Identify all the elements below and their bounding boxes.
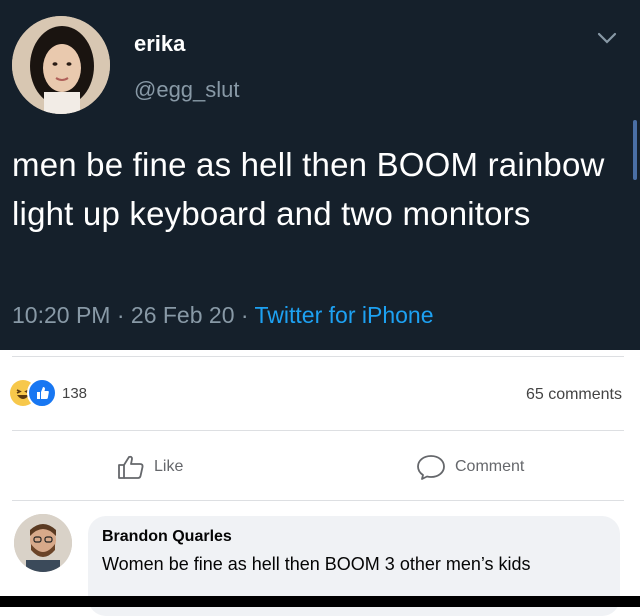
comment-bubble-icon bbox=[417, 455, 445, 480]
tweet-avatar[interactable] bbox=[12, 16, 110, 114]
tweet-card: erika @egg_slut men be fine as hell then… bbox=[0, 0, 640, 350]
divider bbox=[12, 430, 624, 431]
like-label: Like bbox=[154, 458, 184, 475]
comment-button[interactable]: Comment bbox=[416, 452, 524, 482]
reaction-count[interactable]: 138 bbox=[62, 385, 87, 402]
comments-count[interactable]: 65 comments bbox=[526, 386, 622, 404]
commenter-avatar[interactable] bbox=[14, 514, 72, 572]
tweet-time[interactable]: 10:20 PM bbox=[12, 302, 110, 328]
scroll-indicator bbox=[633, 120, 637, 180]
tweet-handle[interactable]: @egg_slut bbox=[134, 77, 240, 103]
bottom-edge bbox=[0, 596, 640, 607]
comment-label: Comment bbox=[455, 458, 525, 475]
tweet-display-name[interactable]: erika bbox=[134, 31, 185, 57]
divider bbox=[12, 356, 624, 357]
divider bbox=[12, 500, 624, 501]
commenter-name[interactable]: Brandon Quarles bbox=[102, 528, 232, 546]
meta-separator: · bbox=[234, 302, 255, 328]
meta-separator: · bbox=[110, 302, 131, 328]
chevron-down-icon[interactable] bbox=[596, 30, 618, 46]
tweet-source[interactable]: Twitter for iPhone bbox=[255, 302, 434, 328]
tweet-meta: 10:20 PM · 26 Feb 20 · Twitter for iPhon… bbox=[12, 302, 434, 329]
comment-text: Women be fine as hell then BOOM 3 other … bbox=[102, 554, 531, 574]
like-reaction-icon bbox=[27, 378, 57, 408]
tweet-text: men be fine as hell then BOOM rainbow li… bbox=[12, 146, 605, 232]
thumbs-up-icon bbox=[118, 455, 144, 479]
like-button[interactable]: Like bbox=[117, 452, 183, 482]
tweet-date[interactable]: 26 Feb 20 bbox=[131, 302, 235, 328]
